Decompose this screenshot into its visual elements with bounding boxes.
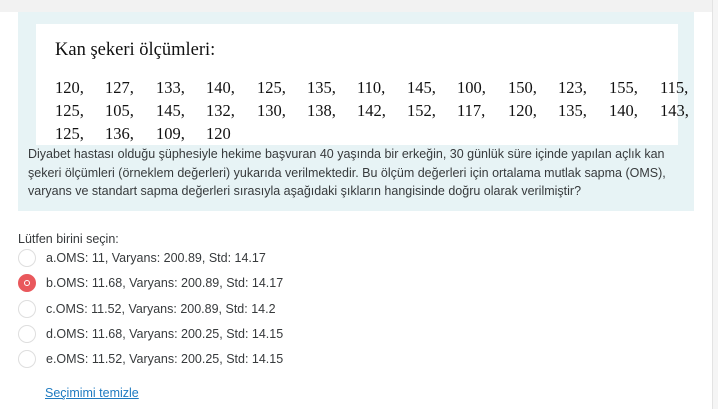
option-a[interactable]: a.OMS: 11, Varyans: 200.89, Std: 14.17 — [18, 248, 266, 268]
value-cell: 145, — [407, 78, 436, 97]
value-cell: 100, — [457, 78, 486, 97]
value-cell: 130, — [257, 101, 286, 120]
value-cell: 135, — [558, 101, 587, 120]
radio-b[interactable] — [18, 274, 36, 292]
value-cell: 115, — [660, 78, 689, 97]
value-cell: 150, — [508, 78, 537, 97]
radio-c[interactable] — [18, 300, 36, 318]
question-text-box: Kan şekeri ölçümleri: 120, 127, 133, 140, 12… — [18, 12, 694, 211]
top-strip — [0, 0, 718, 12]
value-cell: 133, — [156, 78, 185, 97]
radio-a[interactable] — [18, 249, 36, 267]
question-text: Diyabet hastası olduğu şüphesiyle hekime… — [28, 145, 688, 201]
value-cell: 120 — [206, 124, 231, 143]
value-cell: 138, — [307, 101, 336, 120]
value-cell: 105, — [105, 101, 134, 120]
value-cell: 140, — [206, 78, 235, 97]
clear-choice-link[interactable]: Seçimimi temizle — [45, 386, 139, 400]
value-cell: 132, — [206, 101, 235, 120]
question-text-line: varyans ve standart sapma değerleri sıra… — [28, 184, 582, 198]
radio-d[interactable] — [18, 325, 36, 343]
question-text-line: Diyabet hastası olduğu şüphesiyle hekime… — [28, 147, 665, 161]
value-cell: 140, — [609, 101, 638, 120]
option-d[interactable]: d.OMS: 11.68, Varyans: 200.25, Std: 14.1… — [18, 324, 283, 344]
value-cell: 125, — [257, 78, 286, 97]
answer-prompt: Lütfen birini seçin: — [18, 232, 119, 246]
value-cell: 143, — [660, 101, 689, 120]
question-image: Kan şekeri ölçümleri: 120, 127, 133, 140, 12… — [36, 24, 689, 145]
value-cell: 142, — [357, 101, 386, 120]
page-scrollbar[interactable] — [712, 0, 718, 409]
option-e-label[interactable]: e.OMS: 11.52, Varyans: 200.25, Std: 14.1… — [46, 352, 283, 366]
value-cell: 120, — [508, 101, 537, 120]
value-cell: 135, — [307, 78, 336, 97]
value-cell: 145, — [156, 101, 185, 120]
value-cell: 125, — [55, 101, 84, 120]
question-text-line: şekeri ölçümleri (örneklem değerleri) yu… — [28, 165, 666, 180]
value-cell: 123, — [558, 78, 587, 97]
value-cell: 109, — [156, 124, 185, 143]
image-title: Kan şekeri ölçümleri: — [55, 40, 216, 60]
option-b[interactable]: b.OMS: 11.68, Varyans: 200.89, Std: 14.1… — [18, 273, 283, 293]
radio-e[interactable] — [18, 350, 36, 368]
option-b-label[interactable]: b.OMS: 11.68, Varyans: 200.89, Std: 14.1… — [46, 276, 283, 290]
value-cell: 136, — [105, 124, 134, 143]
option-c[interactable]: c.OMS: 11.52, Varyans: 200.89, Std: 14.2 — [18, 299, 276, 319]
option-e[interactable]: e.OMS: 11.52, Varyans: 200.25, Std: 14.1… — [18, 349, 283, 369]
value-cell: 117, — [457, 101, 486, 120]
value-cell: 152, — [407, 101, 436, 120]
value-cell: 127, — [105, 78, 134, 97]
option-a-label[interactable]: a.OMS: 11, Varyans: 200.89, Std: 14.17 — [46, 251, 266, 265]
option-d-label[interactable]: d.OMS: 11.68, Varyans: 200.25, Std: 14.1… — [46, 327, 283, 341]
value-cell: 155, — [609, 78, 638, 97]
value-cell: 125, — [55, 124, 84, 143]
value-cell: 110, — [357, 78, 386, 97]
value-cell: 120, — [55, 78, 84, 97]
option-c-label[interactable]: c.OMS: 11.52, Varyans: 200.89, Std: 14.2 — [46, 302, 276, 316]
